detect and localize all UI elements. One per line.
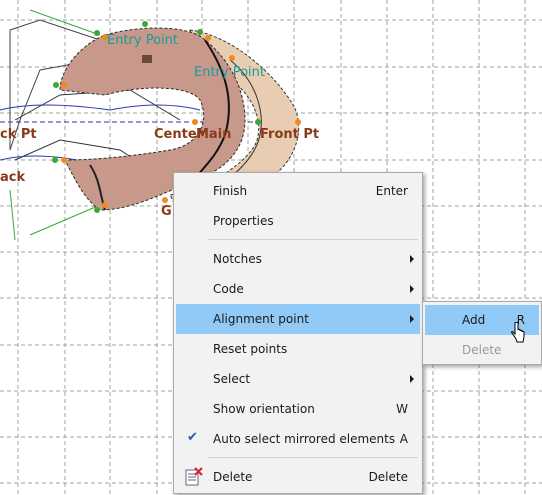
entry-point-label-1: Entry Point (107, 33, 178, 48)
menu-item-alignment-point[interactable]: Alignment point (176, 304, 420, 334)
main-label: Main (196, 127, 232, 142)
submenu-arrow-icon (410, 285, 414, 293)
g-label: G (161, 204, 172, 219)
front-pt-label: Front Pt (260, 127, 320, 142)
menu-item-select[interactable]: Select (176, 364, 420, 394)
menu-item-code[interactable]: Code (176, 274, 420, 304)
menu-item-reset-points[interactable]: Reset points (176, 334, 420, 364)
menu-item-show-orientation[interactable]: Show orientation W (176, 394, 420, 424)
back-label: ack (0, 170, 26, 185)
back-pt-label: ck Pt (0, 127, 37, 142)
submenu-arrow-icon (410, 315, 414, 323)
menu-item-properties[interactable]: Properties (176, 206, 420, 236)
mouse-cursor-icon (511, 322, 525, 343)
menu-item-notches[interactable]: Notches (176, 244, 420, 274)
menu-item-delete[interactable]: Delete Delete (176, 462, 420, 492)
submenu-arrow-icon (410, 255, 414, 263)
menu-item-finish[interactable]: Finish Enter (176, 176, 420, 206)
menu-separator (208, 239, 418, 240)
menu-item-auto-select-mirrored[interactable]: ✔ Auto select mirrored elements A (176, 424, 420, 454)
submenu-arrow-icon (410, 375, 414, 383)
entry-point-label-2: Entry Point (194, 65, 265, 80)
checkmark-icon: ✔ (187, 430, 198, 445)
delete-document-icon (185, 467, 203, 486)
menu-separator (208, 457, 418, 458)
context-menu: Finish Enter Properties Notches Code Ali… (173, 172, 423, 494)
